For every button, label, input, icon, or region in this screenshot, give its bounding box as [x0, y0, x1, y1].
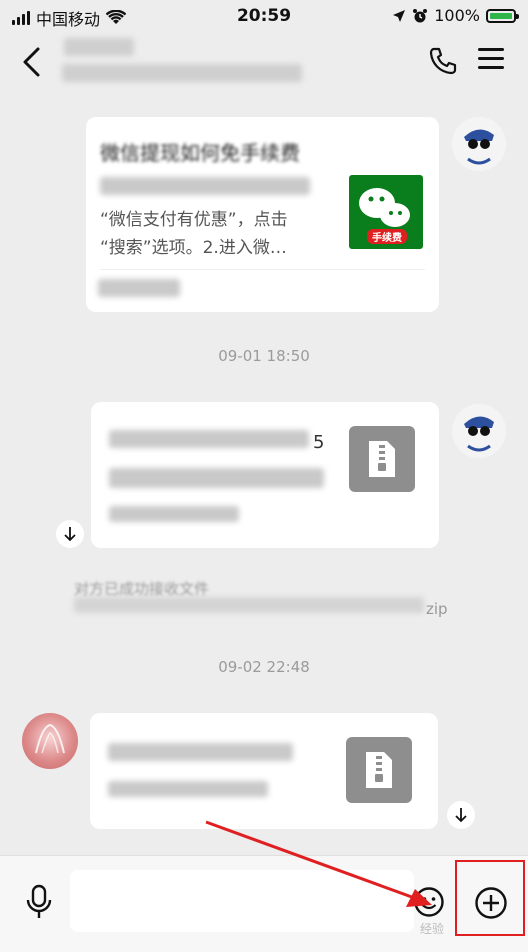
watermark: 经验 — [420, 922, 445, 936]
annotation-arrow — [205, 820, 432, 907]
plus-button-highlight — [455, 860, 525, 936]
